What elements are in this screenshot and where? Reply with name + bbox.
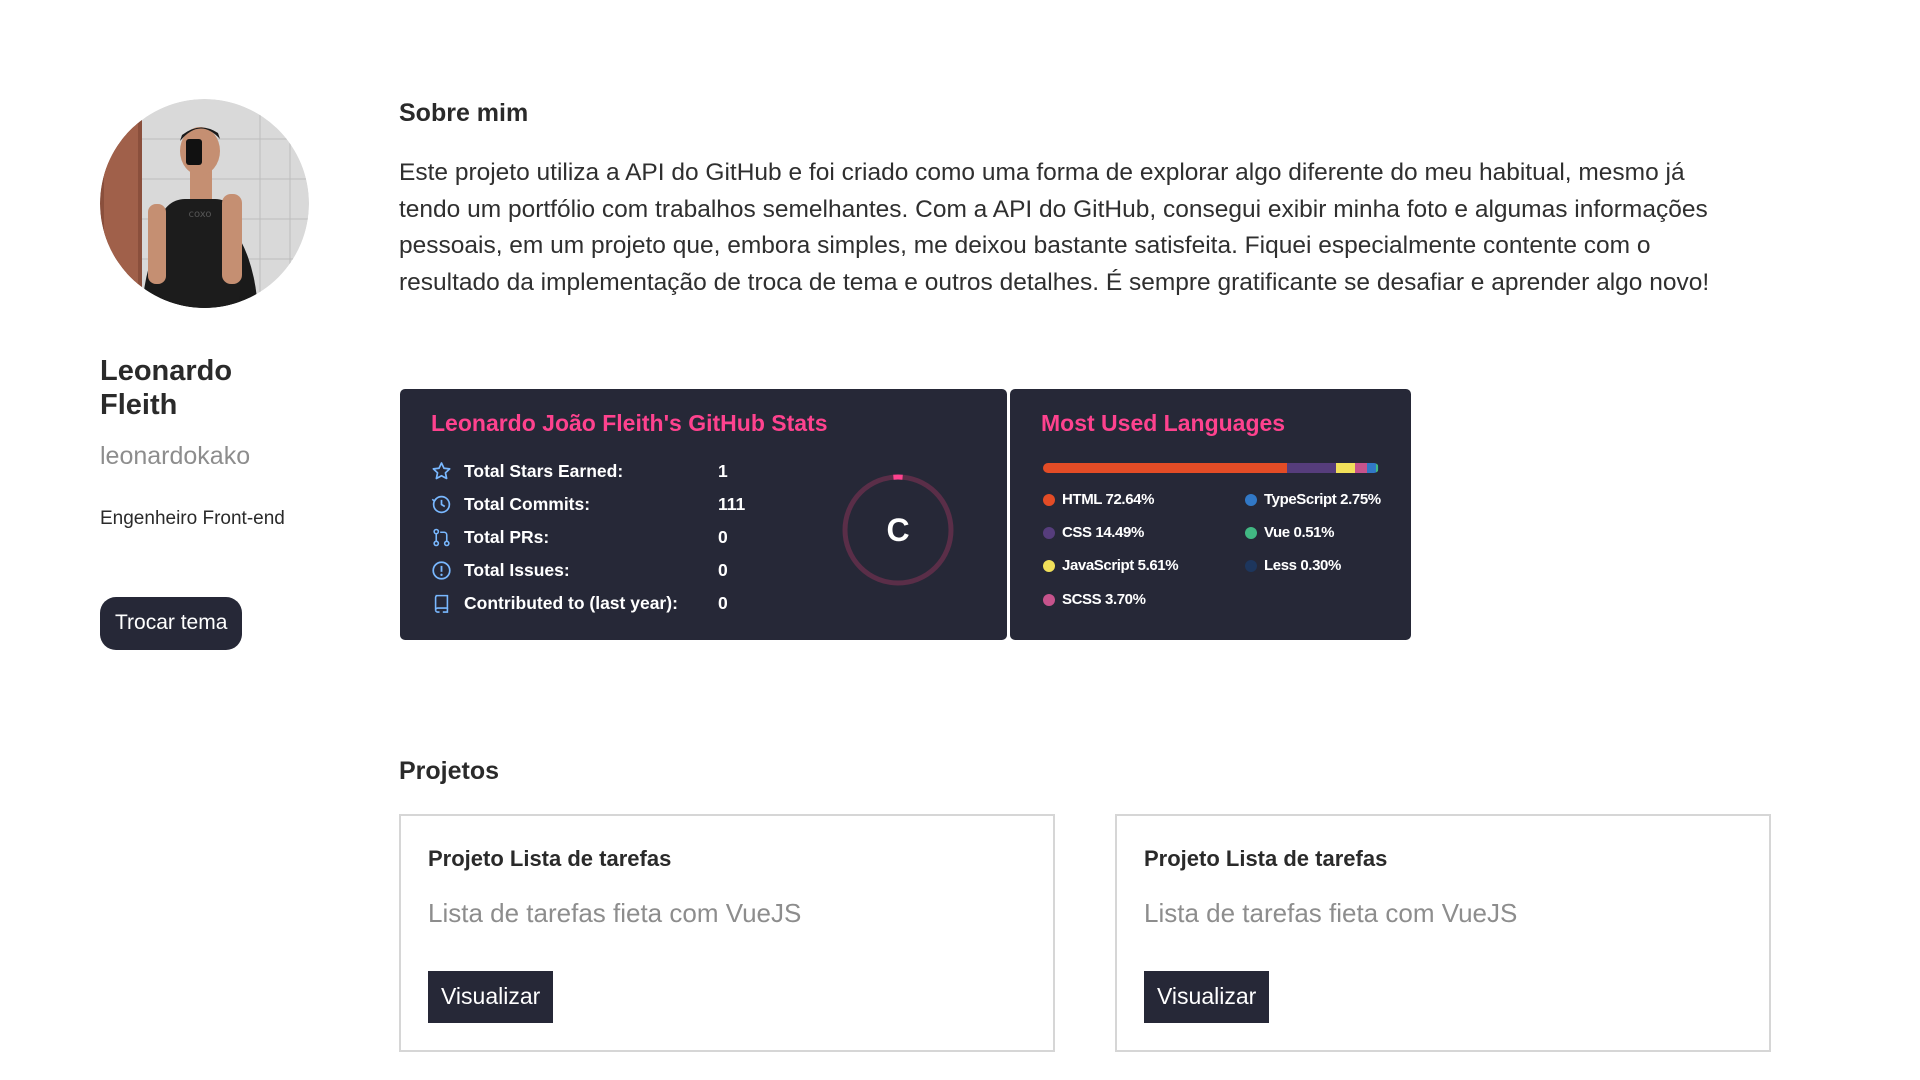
project-card: Projeto Lista de tarefas Lista de tarefa… [399, 814, 1055, 1052]
language-color-dot [1043, 526, 1055, 539]
history-icon [431, 495, 451, 514]
language-item: HTML 72.64% [1043, 491, 1154, 508]
language-label: JavaScript 5.61% [1062, 557, 1179, 574]
language-item: CSS 14.49% [1043, 524, 1144, 541]
stat-row-prs: Total PRs: 0 [431, 521, 745, 554]
languages-bar-segment [1354, 463, 1367, 473]
stat-row-contributed: Contributed to (last year): 0 [431, 587, 745, 620]
stat-value: 111 [718, 494, 746, 514]
projects-title: Projetos [399, 757, 500, 785]
github-stats-card: Leonardo João Fleith's GitHub Stats Tota… [400, 389, 1007, 640]
avatar: coxo [100, 99, 309, 308]
language-label: Vue 0.51% [1264, 524, 1335, 541]
svg-text:coxo: coxo [188, 209, 211, 220]
stat-value: 0 [718, 560, 728, 580]
language-color-dot [1043, 593, 1055, 606]
language-item: Vue 0.51% [1245, 524, 1334, 541]
language-item: TypeScript 2.75% [1245, 491, 1381, 508]
profile-name: Leonardo Fleith [100, 355, 233, 421]
stat-row-issues: Total Issues: 0 [431, 554, 745, 587]
toggle-theme-button[interactable]: Trocar tema [100, 597, 243, 650]
languages-bar [1043, 463, 1379, 473]
languages-bar-segment [1043, 463, 1288, 473]
languages-card: Most Used Languages HTML 72.64% CSS 14.49… [1010, 389, 1411, 640]
view-project-button[interactable]: Visualizar [428, 971, 554, 1023]
stat-label: Total PRs: [464, 527, 550, 547]
view-project-button[interactable]: Visualizar [1144, 971, 1270, 1023]
language-label: Less 0.30% [1264, 557, 1341, 574]
pull-request-icon [433, 528, 450, 547]
project-title: Projeto Lista de tarefas [1144, 846, 1388, 871]
languages-bar-segment [1287, 463, 1336, 473]
languages-title: Most Used Languages [1041, 410, 1286, 436]
language-label: SCSS 3.70% [1062, 591, 1146, 608]
project-description: Lista de tarefas fieta com VueJS [1144, 898, 1518, 928]
project-card: Projeto Lista de tarefas Lista de tarefa… [1115, 814, 1771, 1052]
stat-value: 0 [718, 527, 728, 547]
stat-label: Contributed to (last year): [464, 593, 678, 613]
project-title: Projeto Lista de tarefas [428, 846, 672, 871]
language-color-dot [1245, 559, 1257, 572]
project-description: Lista de tarefas fieta com VueJS [428, 898, 802, 928]
stat-label: Total Stars Earned: [464, 461, 624, 481]
stat-row-stars: Total Stars Earned: 1 [431, 455, 745, 488]
language-color-dot [1245, 526, 1257, 539]
rank-letter: C [886, 511, 910, 548]
repo-icon [434, 594, 449, 613]
stat-label: Total Issues: [464, 560, 570, 580]
language-color-dot [1043, 559, 1055, 572]
stat-row-commits: Total Commits: 111 [431, 488, 745, 521]
language-label: TypeScript 2.75% [1264, 491, 1381, 508]
languages-bar-segment [1377, 463, 1379, 473]
profile-sidebar: coxo Leonardo Fleith leonardokako Engenh… [100, 99, 340, 650]
language-color-dot [1043, 493, 1055, 506]
projects-list: Projeto Lista de tarefas Lista de tarefa… [399, 814, 1771, 1052]
stat-list: Total Stars Earned: 1 Total Commits: 111… [431, 455, 745, 620]
profile-username: leonardokako [100, 442, 251, 470]
about-title: Sobre mim [399, 99, 529, 127]
about-text: Este projeto utiliza a API do GitHub e f… [399, 159, 1710, 296]
stat-value: 1 [718, 461, 728, 481]
stat-label: Total Commits: [464, 494, 591, 514]
language-item: SCSS 3.70% [1043, 591, 1146, 608]
language-item: Less 0.30% [1245, 557, 1341, 574]
language-item: JavaScript 5.61% [1043, 557, 1179, 574]
issue-icon [432, 561, 451, 580]
star-icon [432, 462, 451, 480]
github-stats-row: Leonardo João Fleith's GitHub Stats Tota… [400, 389, 1411, 640]
language-label: CSS 14.49% [1062, 524, 1144, 541]
languages-bar-segment [1367, 463, 1377, 473]
languages-bar-segment [1335, 463, 1355, 473]
language-label: HTML 72.64% [1062, 491, 1155, 508]
stat-value: 0 [718, 593, 728, 613]
language-color-dot [1245, 493, 1257, 506]
main-content: Sobre mim Este projeto utiliza a API do … [399, 99, 1779, 1052]
profile-role: Engenheiro Front-end [100, 508, 285, 529]
github-stats-title: Leonardo João Fleith's GitHub Stats [431, 410, 828, 436]
